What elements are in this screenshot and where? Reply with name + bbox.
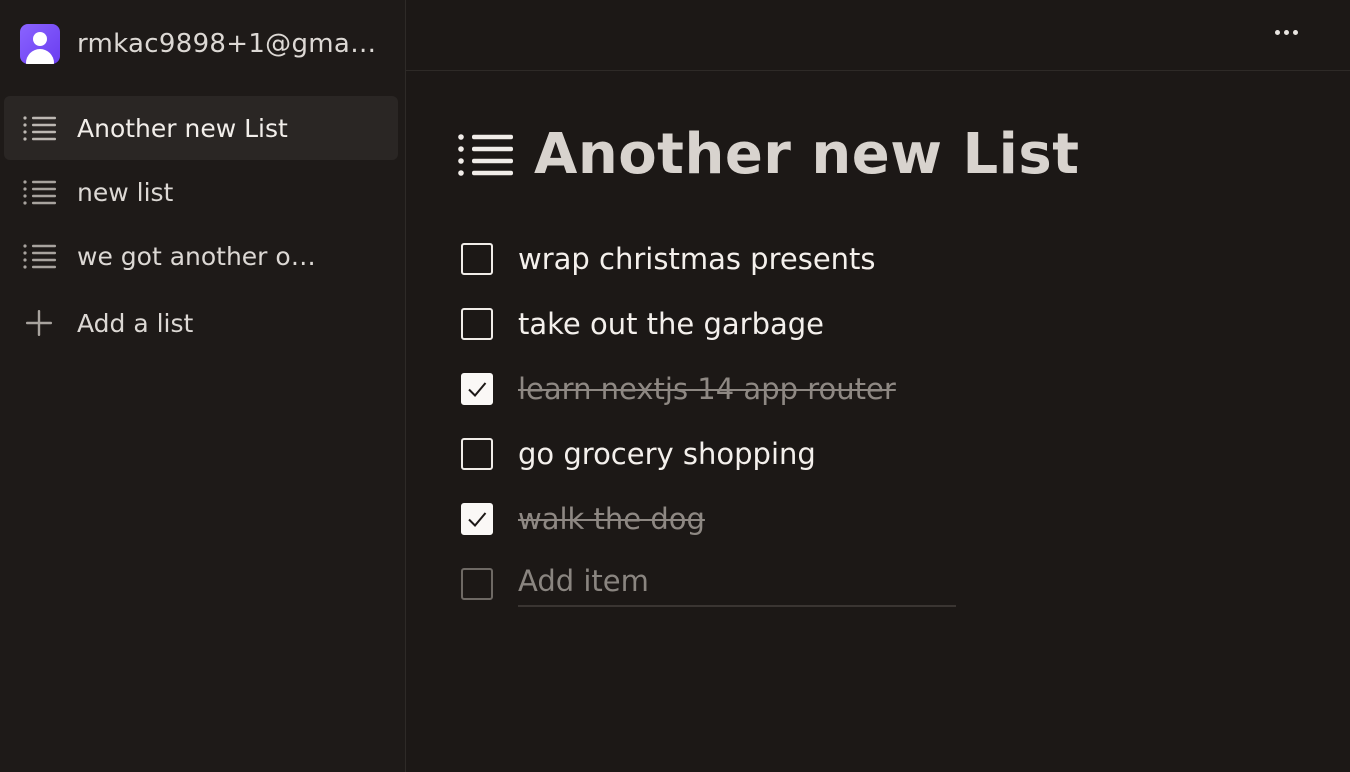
todo-item: take out the garbage	[461, 291, 981, 356]
checkmark-icon	[468, 381, 487, 397]
todo-checkbox[interactable]	[461, 372, 493, 405]
avatar	[20, 24, 60, 64]
todo-checkbox[interactable]	[461, 307, 493, 340]
more-horizontal-icon	[1274, 29, 1280, 35]
sidebar-nav: Another new List new list we got another…	[4, 96, 398, 358]
plus-icon	[26, 310, 52, 336]
todo-item-text[interactable]: wrap christmas presents	[518, 242, 876, 276]
todo-item-text[interactable]: walk the dog	[518, 502, 705, 536]
sidebar-item-label: new list	[77, 177, 174, 207]
sidebar: rmkac9898+1@gmail.com Another new List	[0, 0, 406, 772]
sidebar-item-label: Another new List	[77, 113, 288, 143]
avatar-body	[26, 49, 54, 64]
add-list-button[interactable]: Add a list	[4, 288, 398, 358]
main-panel: Another new List wrap christmas presents…	[406, 0, 1350, 772]
todo-list: wrap christmas presents take out the gar…	[461, 226, 981, 616]
list-icon	[23, 116, 56, 141]
sidebar-item-new-list[interactable]: new list	[4, 160, 398, 224]
todo-item: learn nextjs 14 app router	[461, 356, 981, 421]
account-switcher[interactable]: rmkac9898+1@gmail.com	[20, 24, 381, 64]
sidebar-item-label: we got another one	[77, 241, 321, 271]
account-email: rmkac9898+1@gmail.com	[77, 29, 381, 59]
todo-item-text[interactable]: learn nextjs 14 app router	[518, 372, 896, 406]
more-options-button[interactable]	[1270, 20, 1302, 44]
todo-item: walk the dog	[461, 486, 981, 551]
list-icon	[458, 133, 513, 176]
todo-checkbox[interactable]	[461, 242, 493, 275]
more-horizontal-icon	[1292, 29, 1298, 35]
todo-item: wrap christmas presents	[461, 226, 981, 291]
page-header: Another new List	[458, 122, 1079, 187]
list-icon	[23, 180, 56, 205]
add-item-input[interactable]	[518, 560, 956, 607]
todo-checkbox[interactable]	[461, 502, 493, 535]
top-bar	[406, 0, 1350, 71]
avatar-head	[33, 32, 47, 46]
add-item-row	[461, 551, 981, 616]
more-horizontal-icon	[1283, 29, 1289, 35]
todo-item: go grocery shopping	[461, 421, 981, 486]
list-icon	[23, 244, 56, 269]
add-list-label: Add a list	[77, 308, 194, 338]
checkmark-icon	[468, 511, 487, 527]
todo-checkbox[interactable]	[461, 437, 493, 470]
page-title[interactable]: Another new List	[534, 122, 1079, 187]
sidebar-item-another-new-list[interactable]: Another new List	[4, 96, 398, 160]
app-window: rmkac9898+1@gmail.com Another new List	[0, 0, 1350, 772]
sidebar-item-we-got-another-one[interactable]: we got another one	[4, 224, 398, 288]
todo-item-text[interactable]: go grocery shopping	[518, 437, 816, 471]
todo-item-text[interactable]: take out the garbage	[518, 307, 824, 341]
add-item-checkbox	[461, 567, 493, 600]
